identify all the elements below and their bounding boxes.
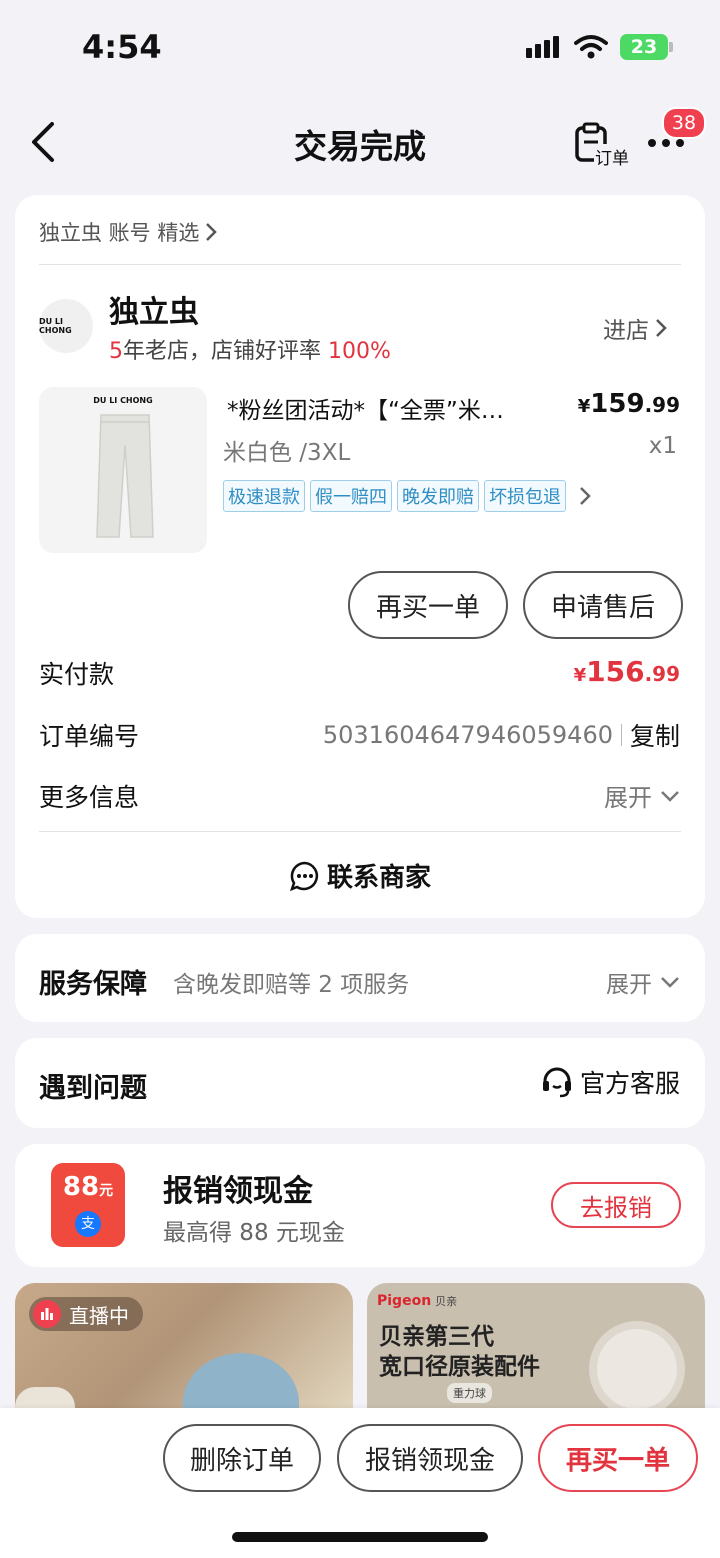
service-desc: 含晚发即赔等 2 项服务: [173, 972, 410, 998]
order-number-label: 订单编号: [39, 722, 140, 751]
store-breadcrumb[interactable]: 独立虫 账号 精选: [39, 217, 218, 247]
cashback-icon-unit: 元: [99, 1183, 114, 1199]
product-variant: 米白色 /3XL: [223, 440, 351, 466]
service-expand[interactable]: 展开: [606, 965, 680, 999]
service-title: 服务保障: [39, 969, 147, 1000]
chevron-down-icon: [660, 976, 680, 988]
breadcrumb-text: 独立虫 账号 精选: [39, 221, 200, 245]
bottom-bar: 删除订单 报销领现金 再买一单: [0, 1408, 720, 1558]
price-decimal: .99: [644, 393, 680, 417]
wifi-icon: [574, 34, 608, 60]
go-cashback-button[interactable]: 去报销: [551, 1182, 681, 1228]
store-years: 5: [109, 339, 123, 364]
status-bar: 4:54 23: [0, 0, 720, 95]
battery-cap: [669, 42, 673, 52]
official-support-label: 官方客服: [579, 1069, 680, 1098]
order-card: 独立虫 账号 精选 DU LI CHONG 独立虫 5年老店，店铺好评率 100…: [15, 195, 705, 918]
order-list-button[interactable]: 订单: [574, 122, 634, 169]
live-badge-label: 直播中: [69, 1303, 129, 1328]
more-info-label: 更多信息: [39, 783, 140, 812]
service-tag: 假一赔四: [310, 480, 392, 512]
service-guarantee-card[interactable]: 服务保障 含晚发即赔等 2 项服务 展开: [15, 934, 705, 1022]
ad-product-shape: [589, 1321, 685, 1417]
live-bars-icon: [33, 1300, 61, 1328]
cashback-desc: 最高得 88 元现金: [163, 1220, 345, 1246]
battery-level: 23: [630, 36, 658, 58]
rebuy-bottom-button[interactable]: 再买一单: [538, 1424, 698, 1492]
order-number: 5031604647946059460: [322, 721, 613, 749]
payment-integer: 156: [586, 655, 645, 688]
store-name[interactable]: 独立虫: [109, 287, 199, 331]
store-meta: 5年老店，店铺好评率 100%: [109, 333, 391, 365]
store-years-suffix: 年老店，店铺好评率: [123, 339, 322, 364]
service-tag: 极速退款: [223, 480, 305, 512]
product-image-brand: DU LI CHONG: [93, 396, 153, 405]
expand-label: 展开: [604, 784, 652, 812]
order-number-row: 5031604647946059460 复制: [323, 717, 680, 753]
chevron-right-icon: [205, 222, 218, 242]
product-quantity: x1: [648, 433, 677, 459]
ad-tag: 重力球: [447, 1383, 492, 1403]
contact-seller-label: 联系商家: [326, 863, 431, 893]
price-integer: 159: [590, 389, 645, 419]
pants-illustration: [95, 411, 155, 541]
more-info-expand[interactable]: 展开: [604, 778, 680, 813]
cellular-signal-icon: [526, 36, 562, 60]
problem-card: 遇到问题 官方客服: [15, 1038, 705, 1128]
chevron-right-icon: [579, 486, 591, 506]
chat-bubble-icon: [289, 860, 321, 892]
store-logo-text: DU LI CHONG: [39, 317, 72, 335]
battery-icon: 23: [620, 34, 668, 60]
order-list-label: 订单: [594, 144, 630, 169]
home-indicator: [232, 1532, 488, 1542]
divider: [39, 831, 681, 832]
expand-label: 展开: [606, 972, 652, 998]
after-sale-button[interactable]: 申请售后: [523, 571, 683, 639]
chevron-right-icon: [655, 318, 667, 338]
chevron-down-icon: [660, 790, 680, 802]
product-price: ¥159.99: [578, 389, 680, 419]
status-time: 4:54: [82, 28, 162, 66]
service-tag: 晚发即赔: [397, 480, 479, 512]
copy-button[interactable]: 复制: [630, 717, 680, 753]
contact-seller-button[interactable]: 联系商家: [15, 857, 705, 894]
payment-decimal: .99: [644, 662, 680, 686]
divider: [39, 264, 681, 265]
delete-order-button[interactable]: 删除订单: [163, 1424, 321, 1492]
official-support-button[interactable]: 官方客服: [540, 1064, 680, 1100]
rebuy-button[interactable]: 再买一单: [348, 571, 508, 639]
problem-title: 遇到问题: [39, 1073, 147, 1104]
payment-symbol: ¥: [573, 665, 587, 686]
ad-brand-cn: 贝亲: [435, 1295, 458, 1308]
ad-brand-row: Pigeon 贝亲: [377, 1293, 457, 1309]
enter-store-link[interactable]: 进店: [603, 311, 667, 345]
headset-icon: [540, 1065, 574, 1099]
ad-line1: 贝亲第三代: [379, 1324, 494, 1350]
separator: [620, 724, 622, 746]
price-symbol: ¥: [577, 396, 591, 417]
cashback-icon-value: 88: [62, 1172, 100, 1202]
product-image[interactable]: DU LI CHONG: [39, 387, 207, 553]
service-tag: 坏损包退: [484, 480, 566, 512]
nav-bar: 交易完成 订单 38: [0, 100, 720, 185]
alipay-icon: 支: [75, 1211, 101, 1237]
payment-amount: ¥156.99: [574, 655, 680, 688]
cashback-bottom-button[interactable]: 报销领现金: [337, 1424, 523, 1492]
store-rating: 100%: [328, 339, 391, 364]
cashback-icon-value-row: 88元: [51, 1172, 125, 1202]
ad-line2: 宽口径原装配件: [379, 1354, 540, 1380]
store-logo[interactable]: DU LI CHONG: [39, 299, 93, 353]
notification-badge: 38: [662, 107, 706, 139]
ad-brand: Pigeon: [377, 1293, 432, 1309]
cashback-88-icon[interactable]: 88元 支: [51, 1163, 125, 1247]
product-title[interactable]: *粉丝团活动*【“全票”米…: [227, 391, 567, 425]
cashback-card: 88元 支 报销领现金 最高得 88 元现金 去报销: [15, 1144, 705, 1267]
live-badge: 直播中: [29, 1297, 143, 1331]
service-tags[interactable]: 极速退款 假一赔四 晚发即赔 坏损包退: [223, 480, 591, 512]
cashback-title: 报销领现金: [163, 1174, 313, 1209]
payment-label: 实付款: [39, 660, 115, 689]
enter-store-label: 进店: [603, 318, 649, 344]
